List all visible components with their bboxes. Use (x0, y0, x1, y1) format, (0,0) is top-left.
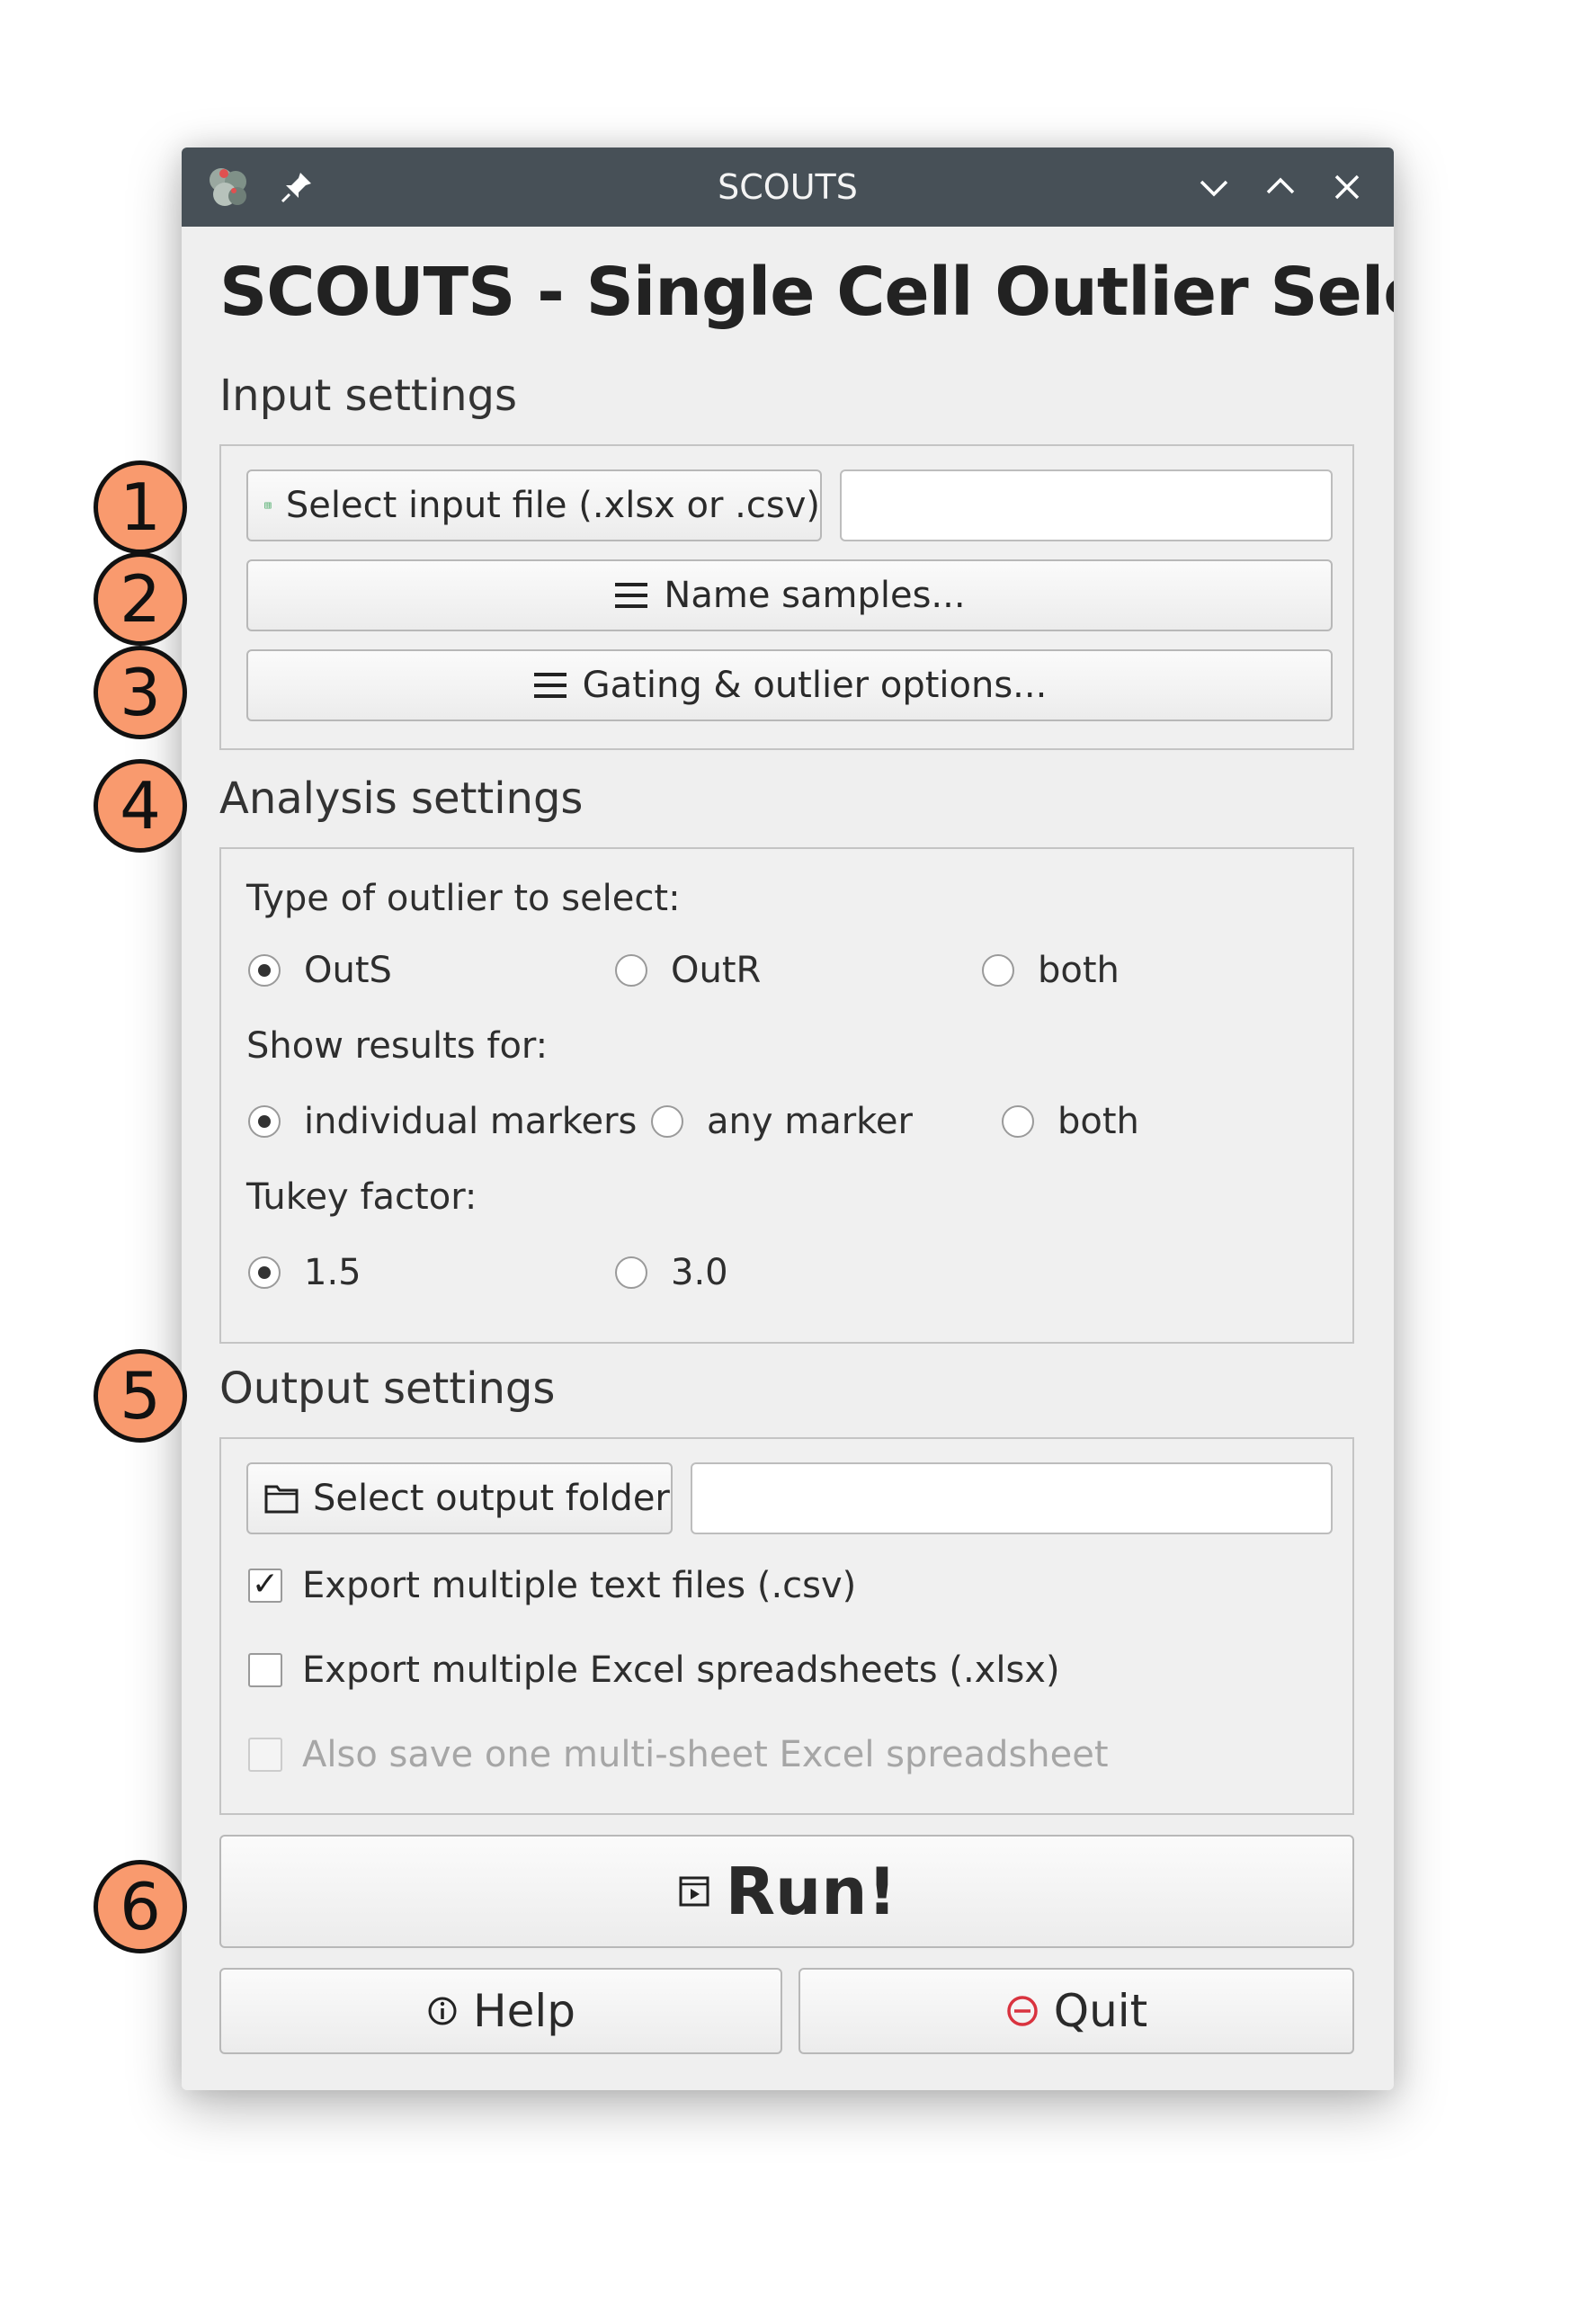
spreadsheet-icon (264, 502, 272, 509)
hamburger-menu-icon (533, 673, 567, 698)
annotation-marker-4: 4 (94, 759, 187, 853)
folder-icon (264, 1485, 299, 1514)
multi-sheet-label: Also save one multi-sheet Excel spreadsh… (302, 1734, 1109, 1775)
select-output-folder-button[interactable]: Select output folder (246, 1462, 673, 1534)
input-file-path-field[interactable] (840, 469, 1333, 541)
radio-outlier-both[interactable] (982, 954, 1014, 987)
annotation-marker-1: 1 (94, 460, 187, 554)
help-button[interactable]: Help (219, 1968, 782, 2054)
analysis-settings-group: Type of outlier to select: OutS OutR bot… (219, 847, 1354, 1344)
input-settings-group: Select input file (.xlsx or .csv) Name s… (219, 444, 1354, 750)
export-csv-checkbox[interactable]: ✓ (248, 1569, 282, 1603)
radio-tukey-3-0-label[interactable]: 3.0 (671, 1252, 728, 1293)
quit-icon (1006, 1996, 1038, 2026)
title-bar[interactable]: SCOUTS (182, 147, 1394, 227)
annotation-marker-6: 6 (94, 1860, 187, 1953)
output-settings-group: Select output folder ✓ Export multiple t… (219, 1437, 1354, 1815)
tukey-factor-label: Tukey factor: (246, 1176, 477, 1218)
gating-options-label: Gating & outlier options... (582, 665, 1048, 706)
radio-outlier-both-label[interactable]: both (1038, 950, 1120, 991)
run-button-label: Run! (725, 1854, 897, 1929)
run-button[interactable]: Run! (219, 1835, 1354, 1948)
radio-outs[interactable] (248, 954, 281, 987)
radio-results-both-label[interactable]: both (1057, 1101, 1139, 1142)
scouts-window: SCOUTS SCOUTS - Single Cell Outlier Sele… (182, 147, 1394, 2090)
output-settings-label: Output settings (219, 1363, 556, 1414)
radio-any-marker[interactable] (651, 1105, 683, 1138)
radio-individual-markers[interactable] (248, 1105, 281, 1138)
annotation-marker-5: 5 (94, 1349, 187, 1443)
radio-any-marker-label[interactable]: any marker (707, 1101, 913, 1142)
export-csv-label[interactable]: Export multiple text files (.csv) (302, 1565, 856, 1606)
radio-results-both[interactable] (1002, 1105, 1034, 1138)
maximize-chevron-up-icon[interactable] (1261, 167, 1300, 207)
stage: SCOUTS SCOUTS - Single Cell Outlier Sele… (0, 0, 1588, 2324)
page-title: SCOUTS - Single Cell Outlier Selector (219, 254, 1394, 331)
help-button-label: Help (473, 1985, 575, 2037)
close-icon[interactable] (1327, 167, 1367, 207)
minimize-chevron-down-icon[interactable] (1194, 167, 1234, 207)
gating-options-button[interactable]: Gating & outlier options... (246, 649, 1333, 721)
output-folder-path-field[interactable] (691, 1462, 1333, 1534)
input-settings-label: Input settings (219, 371, 517, 421)
radio-outr[interactable] (615, 954, 647, 987)
show-results-label: Show results for: (246, 1025, 549, 1067)
radio-outr-label[interactable]: OutR (671, 950, 761, 991)
radio-outs-label[interactable]: OutS (304, 950, 392, 991)
outlier-type-label: Type of outlier to select: (246, 878, 681, 919)
export-xlsx-checkbox[interactable] (248, 1653, 282, 1687)
radio-tukey-3-0[interactable] (615, 1256, 647, 1289)
info-icon (428, 1997, 457, 2025)
quit-button-label: Quit (1053, 1985, 1148, 2037)
quit-button[interactable]: Quit (798, 1968, 1354, 2054)
radio-individual-markers-label[interactable]: individual markers (304, 1101, 637, 1142)
run-terminal-icon (679, 1876, 709, 1907)
name-samples-label: Name samples... (664, 575, 966, 616)
multi-sheet-checkbox (248, 1738, 282, 1772)
export-xlsx-label[interactable]: Export multiple Excel spreadsheets (.xls… (302, 1649, 1060, 1691)
analysis-settings-label: Analysis settings (219, 773, 584, 824)
annotation-marker-2: 2 (94, 552, 187, 646)
annotation-marker-3: 3 (94, 646, 187, 739)
name-samples-button[interactable]: Name samples... (246, 559, 1333, 631)
select-input-file-label: Select input file (.xlsx or .csv) (285, 485, 820, 526)
select-output-folder-label: Select output folder (313, 1478, 670, 1519)
select-input-file-button[interactable]: Select input file (.xlsx or .csv) (246, 469, 822, 541)
radio-tukey-1-5-label[interactable]: 1.5 (304, 1252, 361, 1293)
hamburger-menu-icon (615, 583, 648, 608)
radio-tukey-1-5[interactable] (248, 1256, 281, 1289)
